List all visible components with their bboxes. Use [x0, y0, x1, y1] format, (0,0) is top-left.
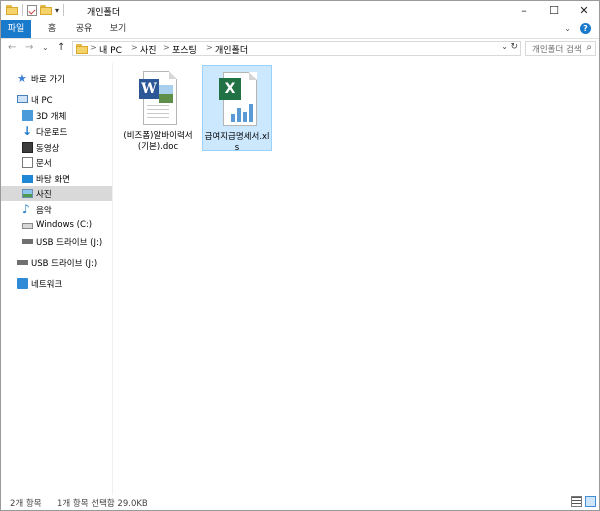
sidebar-item-pictures[interactable]: 사진	[1, 186, 112, 201]
breadcrumb-pictures[interactable]: 사진	[140, 43, 157, 56]
cube-icon	[22, 110, 33, 121]
tab-home[interactable]: 홈	[41, 20, 63, 38]
refresh-icon[interactable]: ↻	[510, 42, 518, 52]
network-icon	[17, 278, 28, 289]
breadcrumb-this-pc[interactable]: 내 PC	[99, 43, 122, 56]
sidebar-item-label: 바탕 화면	[36, 175, 70, 185]
sidebar-item-label: 사진	[36, 190, 52, 200]
sidebar-item-quick-access[interactable]: ★ 바로 가기	[1, 71, 112, 86]
sidebar-item-label: 동영상	[36, 144, 60, 154]
status-bar: 2개 항목 1개 항목 선택함 29.0KB	[1, 494, 599, 510]
sidebar-item-label: USB 드라이브 (J:)	[36, 238, 103, 248]
pc-icon	[17, 95, 28, 103]
sidebar-item-videos[interactable]: 동영상	[1, 140, 112, 155]
file-item-excel[interactable]: X 급여지급명세서.xls	[202, 65, 272, 153]
sidebar-item-label: 문서	[36, 159, 52, 169]
sidebar-item-label: Windows (C:)	[36, 220, 93, 230]
minimize-button[interactable]: –	[509, 1, 539, 20]
ribbon: 파일 홈 공유 보기 ⌄ ?	[1, 20, 599, 39]
file-name: 급여지급명세서.xls	[204, 132, 270, 153]
sidebar-item-usb-drive[interactable]: USB 드라이브 (J:)	[1, 234, 112, 249]
navigation-bar: ← → ⌄ ↑ > 내 PC > 사진 > 포스팅 > 개인폴더 ⌄ ↻ 개인폴…	[1, 39, 599, 59]
sidebar-item-label: 네트워크	[31, 280, 63, 290]
desktop-icon	[22, 175, 33, 183]
sidebar-item-music[interactable]: ♪ 음악	[1, 202, 112, 217]
breadcrumb-separator: >	[131, 43, 138, 52]
sidebar-item-documents[interactable]: 문서	[1, 155, 112, 170]
file-list: W (비즈폼)알바이력서(기본).doc X 급여지급명세서.xls	[113, 63, 599, 493]
star-icon: ★	[17, 72, 27, 85]
sidebar-item-windows-c[interactable]: Windows (C:)	[1, 218, 112, 233]
file-name: (비즈폼)알바이력서(기본).doc	[123, 131, 193, 152]
video-icon	[22, 142, 33, 153]
selection-info: 1개 항목 선택함 29.0KB	[57, 499, 148, 509]
sidebar-item-desktop[interactable]: 바탕 화면	[1, 171, 112, 186]
window-title: 개인폴더	[87, 8, 121, 18]
new-folder-icon[interactable]	[40, 5, 52, 15]
forward-arrow-icon[interactable]: →	[25, 42, 33, 53]
details-view-icon[interactable]	[571, 496, 582, 507]
tab-view[interactable]: 보기	[105, 20, 131, 38]
excel-spreadsheet-icon: X	[219, 72, 259, 126]
help-icon[interactable]: ?	[580, 23, 591, 34]
breadcrumb-current-folder[interactable]: 개인폴더	[215, 43, 248, 56]
breadcrumb-separator: >	[163, 43, 170, 52]
usb-drive-icon	[17, 260, 28, 265]
navigation-pane: ★ 바로 가기 내 PC 3D 개체 ↓ 다운로드 동영상 문서 바탕 화면 사…	[1, 63, 112, 493]
sidebar-item-label: 3D 개체	[36, 112, 67, 122]
excel-letter: X	[219, 78, 241, 100]
address-dropdown-icon[interactable]: ⌄	[501, 42, 508, 51]
folder-icon	[76, 44, 88, 54]
sidebar-item-label: 내 PC	[31, 96, 53, 106]
close-button[interactable]: ✕	[569, 1, 599, 20]
item-count: 2개 항목	[10, 499, 42, 509]
sidebar-item-label: 바로 가기	[31, 75, 65, 85]
sidebar-item-label: USB 드라이브 (J:)	[31, 259, 98, 269]
usb-drive-icon	[22, 239, 33, 244]
document-icon	[22, 157, 33, 168]
tab-file[interactable]: 파일	[1, 20, 31, 38]
breadcrumb-separator: >	[206, 43, 213, 52]
sidebar-item-usb-drive-root[interactable]: USB 드라이브 (J:)	[1, 255, 112, 270]
breadcrumb-separator: >	[90, 43, 97, 52]
search-input[interactable]: 개인폴더 검색 ⌕	[525, 41, 596, 56]
sidebar-item-label: 음악	[36, 206, 52, 216]
up-arrow-icon[interactable]: ↑	[57, 42, 65, 53]
file-item-word[interactable]: W (비즈폼)알바이력서(기본).doc	[123, 65, 193, 155]
properties-icon[interactable]	[27, 4, 37, 16]
sidebar-item-3d-objects[interactable]: 3D 개체	[1, 108, 112, 123]
explorer-window: ▾ 개인폴더 – ☐ ✕ 파일 홈 공유 보기 ⌄ ? ← → ⌄ ↑ > 내 …	[0, 0, 600, 511]
quick-access-toolbar: ▾	[6, 4, 65, 16]
title-bar: ▾ 개인폴더 – ☐ ✕	[1, 1, 599, 20]
sidebar-item-this-pc[interactable]: 내 PC	[1, 92, 112, 107]
drive-icon	[22, 223, 33, 229]
customize-toolbar-icon[interactable]: ▾	[55, 6, 59, 15]
address-bar[interactable]: > 내 PC > 사진 > 포스팅 > 개인폴더 ⌄ ↻	[72, 41, 521, 56]
breadcrumb-posting[interactable]: 포스팅	[172, 43, 197, 56]
sidebar-item-network[interactable]: 네트워크	[1, 276, 112, 291]
download-icon: ↓	[22, 124, 33, 138]
tab-share[interactable]: 공유	[71, 20, 97, 38]
word-document-icon: W	[139, 71, 179, 125]
maximize-button[interactable]: ☐	[539, 1, 569, 20]
expand-ribbon-icon[interactable]: ⌄	[564, 24, 571, 33]
sidebar-item-label: 다운로드	[36, 128, 68, 138]
search-placeholder: 개인폴더 검색	[532, 45, 582, 55]
back-arrow-icon[interactable]: ←	[8, 42, 16, 53]
word-letter: W	[139, 79, 159, 99]
music-icon: ♪	[22, 202, 30, 216]
folder-icon	[6, 5, 18, 15]
recent-locations-icon[interactable]: ⌄	[42, 43, 49, 52]
sidebar-item-downloads[interactable]: ↓ 다운로드	[1, 124, 112, 139]
large-icons-view-icon[interactable]	[585, 496, 596, 507]
pictures-icon	[22, 189, 33, 198]
search-icon: ⌕	[586, 42, 592, 53]
